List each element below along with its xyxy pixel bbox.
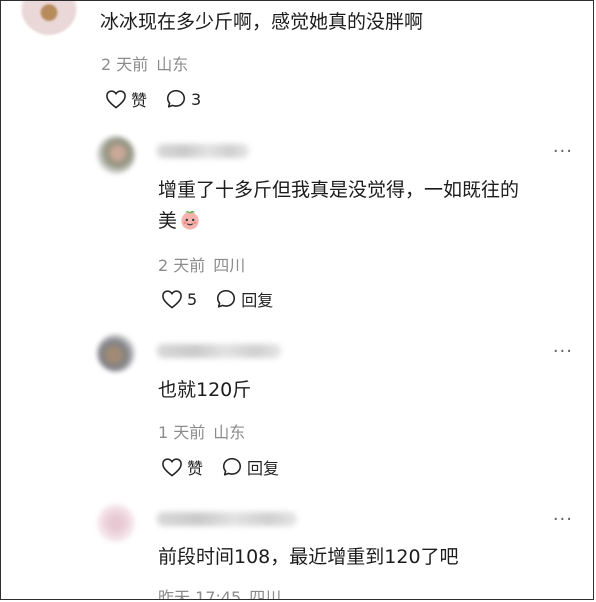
heart-icon — [106, 90, 126, 109]
comment-bubble-icon — [222, 457, 242, 476]
peach-face-emoji — [181, 211, 199, 230]
reply-1-more-button[interactable]: ··· — [553, 141, 573, 162]
top-comment-actions: 赞 3 — [105, 87, 219, 111]
comment-thread: 冰冰现在多少斤啊，感觉她真的没胖啊 2 天前 山东 赞 3 ··· 增重了十多斤但… — [0, 0, 594, 600]
reply-1-text: 增重了十多斤但我真是没觉得，一如既往的 — [158, 175, 519, 205]
reply-button[interactable]: 回复 — [215, 287, 273, 311]
comment-bubble-icon — [166, 89, 186, 108]
reply-2-actions: 赞 回复 — [161, 455, 297, 479]
reply-1-meta: 2 天前 四川 — [158, 252, 253, 276]
reply-count: 3 — [191, 89, 202, 109]
reply-3-avatar[interactable] — [97, 504, 135, 542]
reply-count-button[interactable]: 3 — [165, 88, 201, 110]
top-comment-meta: 2 天前 山东 — [101, 51, 196, 75]
comment-time: 1 天前 — [158, 423, 206, 442]
reply-1-text-line2: 美 — [158, 210, 178, 232]
reply-3-meta: 昨天 17:45 四川 — [158, 584, 289, 600]
reply-2-avatar[interactable] — [97, 334, 135, 372]
reply-label: 回复 — [247, 459, 280, 478]
reply-button[interactable]: 回复 — [221, 455, 279, 479]
comment-time: 2 天前 — [101, 55, 149, 74]
reply-1-avatar[interactable] — [97, 136, 135, 174]
like-button[interactable]: 赞 — [105, 87, 147, 111]
reply-2-more-button[interactable]: ··· — [553, 341, 573, 362]
reply-3-more-button[interactable]: ··· — [553, 509, 573, 530]
top-comment-avatar[interactable] — [21, 1, 77, 35]
like-label: 赞 — [131, 91, 148, 110]
reply-2-meta: 1 天前 山东 — [158, 419, 253, 443]
heart-icon — [162, 290, 182, 309]
comment-time: 2 天前 — [158, 256, 206, 275]
reply-label: 回复 — [241, 291, 274, 310]
reply-1-actions: 5 回复 — [161, 287, 291, 311]
comment-time: 昨天 17:45 — [158, 588, 242, 600]
like-label: 赞 — [187, 459, 204, 478]
top-comment-text: 冰冰现在多少斤啊，感觉她真的没胖啊 — [100, 11, 424, 33]
comment-location: 山东 — [213, 423, 246, 442]
reply-1-text-line1: 增重了十多斤但我真是没觉得，一如既往的 — [158, 179, 520, 201]
comment-bubble-icon — [217, 289, 236, 308]
reply-1-username[interactable] — [157, 144, 249, 158]
like-button[interactable]: 5 — [161, 289, 197, 309]
reply-2-text: 也就120斤 — [158, 379, 252, 401]
comment-location: 四川 — [249, 588, 282, 600]
like-button[interactable]: 赞 — [161, 455, 203, 479]
heart-icon — [162, 458, 182, 477]
like-count: 5 — [187, 289, 198, 309]
comment-location: 四川 — [213, 256, 246, 275]
reply-3-text: 前段时间108，最近增重到120了吧 — [158, 546, 459, 568]
reply-3-username[interactable] — [157, 512, 297, 526]
comment-location: 山东 — [156, 55, 189, 74]
reply-2-username[interactable] — [157, 344, 281, 358]
reply-1-text-cont: 美 — [158, 206, 201, 236]
